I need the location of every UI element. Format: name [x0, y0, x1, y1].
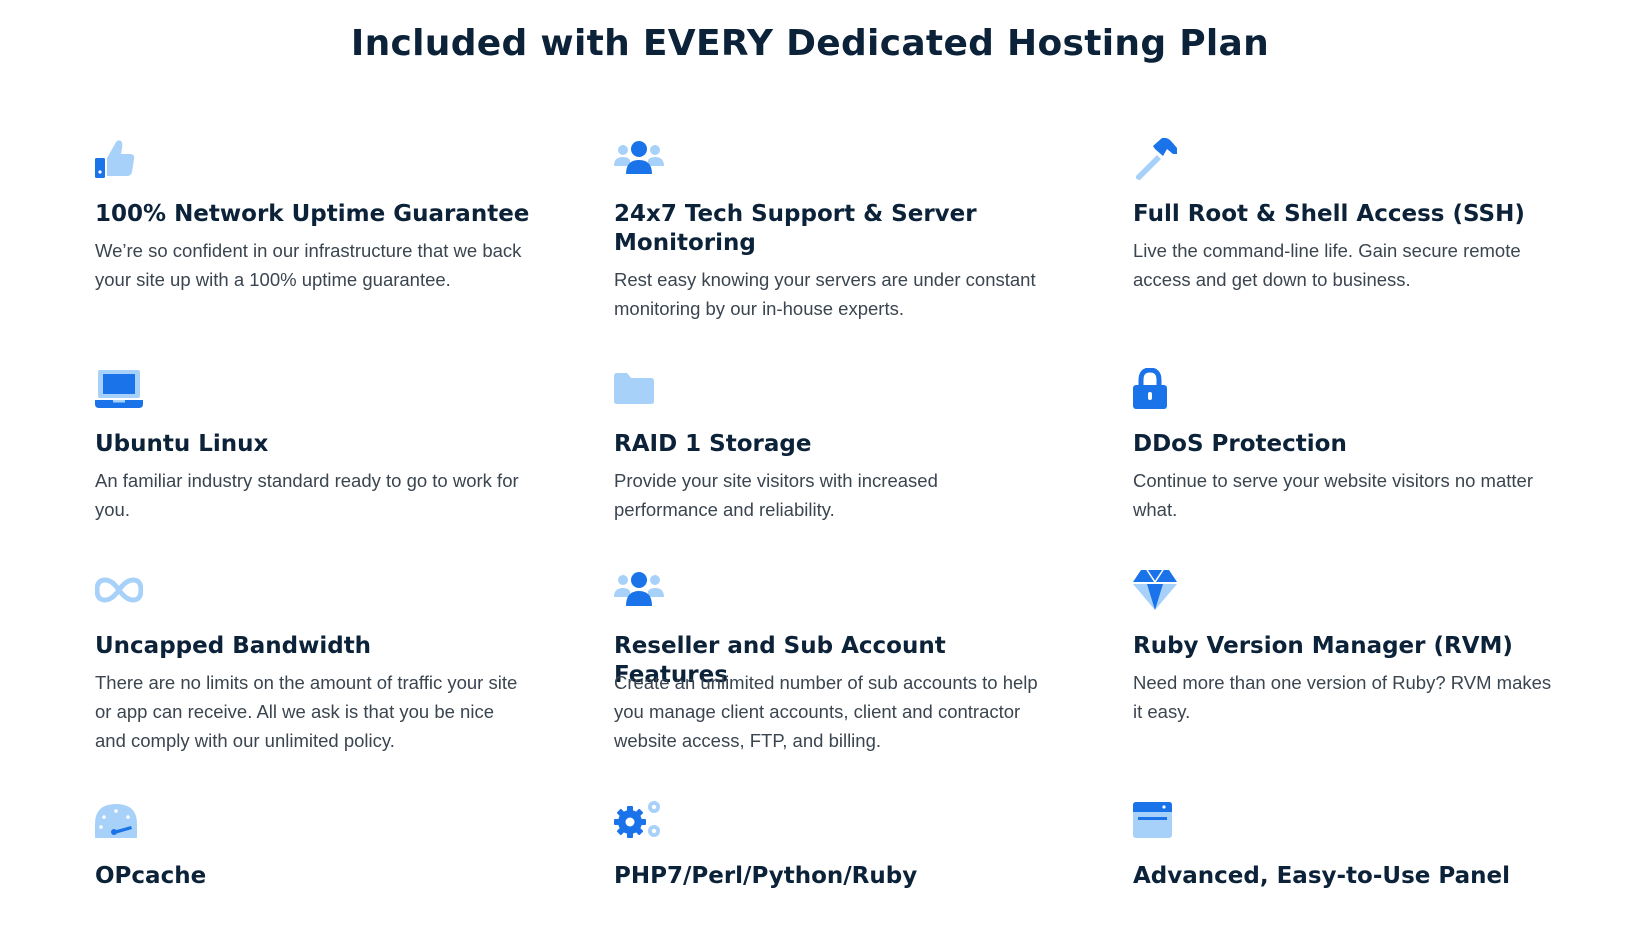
feature-description: There are no limits on the amount of tra… [95, 672, 518, 751]
feature-description: Rest easy knowing your servers are under… [614, 269, 1036, 319]
feature-title: PHP7/Perl/Python/Ruby [614, 863, 918, 889]
page-title: Included with EVERY Dedicated Hosting Pl… [350, 23, 1270, 64]
feature-title: 100% Network Uptime Guarantee [95, 201, 530, 227]
feature-title: Ubuntu Linux [95, 431, 269, 457]
folder-icon [614, 368, 664, 414]
feature-title: DDoS Protection [1133, 431, 1347, 457]
support-team-icon [614, 138, 664, 184]
feature-description: Provide your site visitors with increase… [614, 470, 938, 520]
feature-description: An familiar industry standard ready to g… [95, 470, 519, 520]
feature-title: RAID 1 Storage [614, 431, 812, 457]
infinity-icon [95, 570, 145, 616]
diamond-icon [1133, 570, 1183, 616]
feature-title: Advanced, Easy-to-Use Panel [1133, 863, 1510, 889]
feature-description: Live the command-line life. Gain secure … [1133, 240, 1521, 290]
browser-window-icon [1133, 800, 1183, 846]
feature-title: Full Root & Shell Access (SSH) [1133, 201, 1525, 227]
feature-description: Create an unlimited number of sub accoun… [614, 672, 1038, 751]
feature-description: We’re so confident in our infrastructure… [95, 240, 522, 290]
feature-title: OPcache [95, 863, 207, 889]
feature-description: Need more than one version of Ruby? RVM … [1133, 672, 1552, 722]
feature-title: Ruby Version Manager (RVM) [1133, 633, 1513, 659]
feature-description: Continue to serve your website visitors … [1133, 470, 1533, 520]
users-icon [614, 570, 664, 616]
lock-icon [1133, 368, 1183, 414]
thumbs-up-icon [95, 138, 145, 184]
hammer-icon [1133, 138, 1183, 184]
laptop-icon [95, 368, 145, 414]
feature-title: Uncapped Bandwidth [95, 633, 372, 659]
feature-title: 24x7 Tech Support & Server Monitoring [614, 201, 977, 256]
speedometer-icon [95, 800, 145, 846]
gears-icon [614, 800, 664, 846]
